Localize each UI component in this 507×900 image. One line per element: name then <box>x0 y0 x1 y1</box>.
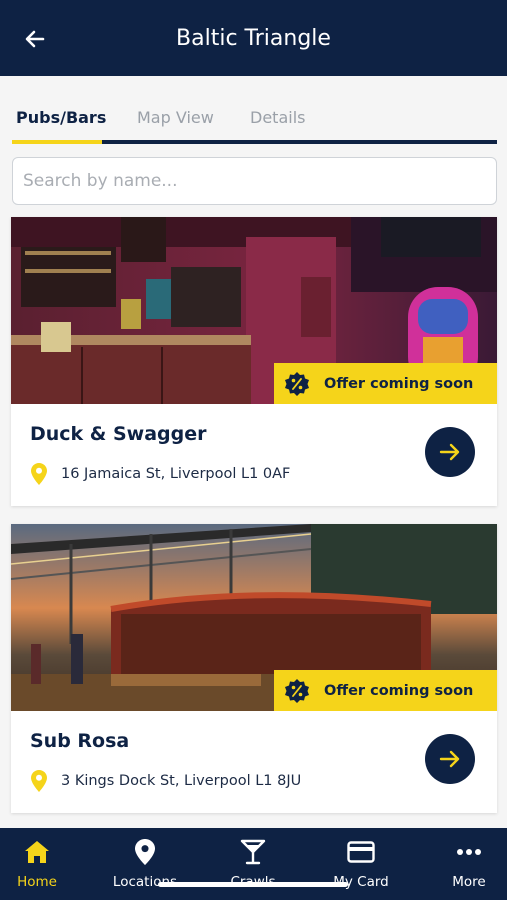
offer-text: Offer coming soon <box>324 375 474 392</box>
percent-badge-icon <box>284 371 310 397</box>
venue-address: 16 Jamaica St, Liverpool L1 0AF <box>31 463 290 485</box>
address-text: 16 Jamaica St, Liverpool L1 0AF <box>61 466 291 482</box>
location-pin-icon <box>31 770 47 792</box>
tab-bar: Pubs/Bars Map View Details <box>0 100 507 146</box>
home-indicator <box>158 882 348 887</box>
back-button[interactable] <box>20 24 50 54</box>
venue-card[interactable]: Offer coming soon Duck & Swagger 16 Jama… <box>11 217 497 506</box>
tab-map-view[interactable]: Map View <box>137 108 214 127</box>
credit-card-icon <box>347 838 375 866</box>
search-input[interactable] <box>12 157 497 205</box>
address-text: 3 Kings Dock St, Liverpool L1 8JU <box>61 773 302 789</box>
location-pin-icon <box>131 838 159 866</box>
nav-label: More <box>452 874 486 890</box>
home-icon <box>23 838 51 866</box>
percent-badge-icon <box>284 678 310 704</box>
nav-item-home[interactable]: Home <box>0 838 82 890</box>
venue-card[interactable]: Offer coming soon Sub Rosa 3 Kings Dock … <box>11 524 497 813</box>
venue-name: Sub Rosa <box>30 730 130 752</box>
offer-text: Offer coming soon <box>324 682 474 699</box>
tab-pubs-bars[interactable]: Pubs/Bars <box>16 108 106 127</box>
cocktail-glass-icon <box>239 838 267 866</box>
tab-active-indicator <box>12 140 102 144</box>
arrow-right-icon <box>439 750 460 768</box>
offer-badge: Offer coming soon <box>274 670 497 711</box>
venue-name: Duck & Swagger <box>30 423 207 445</box>
page-title: Baltic Triangle <box>176 25 331 51</box>
nav-item-more[interactable]: More <box>424 838 507 890</box>
venue-address: 3 Kings Dock St, Liverpool L1 8JU <box>31 770 301 792</box>
nav-label: Home <box>17 874 57 890</box>
arrow-left-icon <box>25 30 45 48</box>
app-header: Baltic Triangle <box>0 0 507 76</box>
arrow-right-icon <box>439 443 460 461</box>
offer-badge: Offer coming soon <box>274 363 497 404</box>
bottom-navigation: Home Locations Crawls My C <box>0 828 507 900</box>
tab-details[interactable]: Details <box>250 108 305 127</box>
more-dots-icon <box>455 838 483 866</box>
open-venue-button[interactable] <box>425 427 475 477</box>
open-venue-button[interactable] <box>425 734 475 784</box>
location-pin-icon <box>31 463 47 485</box>
